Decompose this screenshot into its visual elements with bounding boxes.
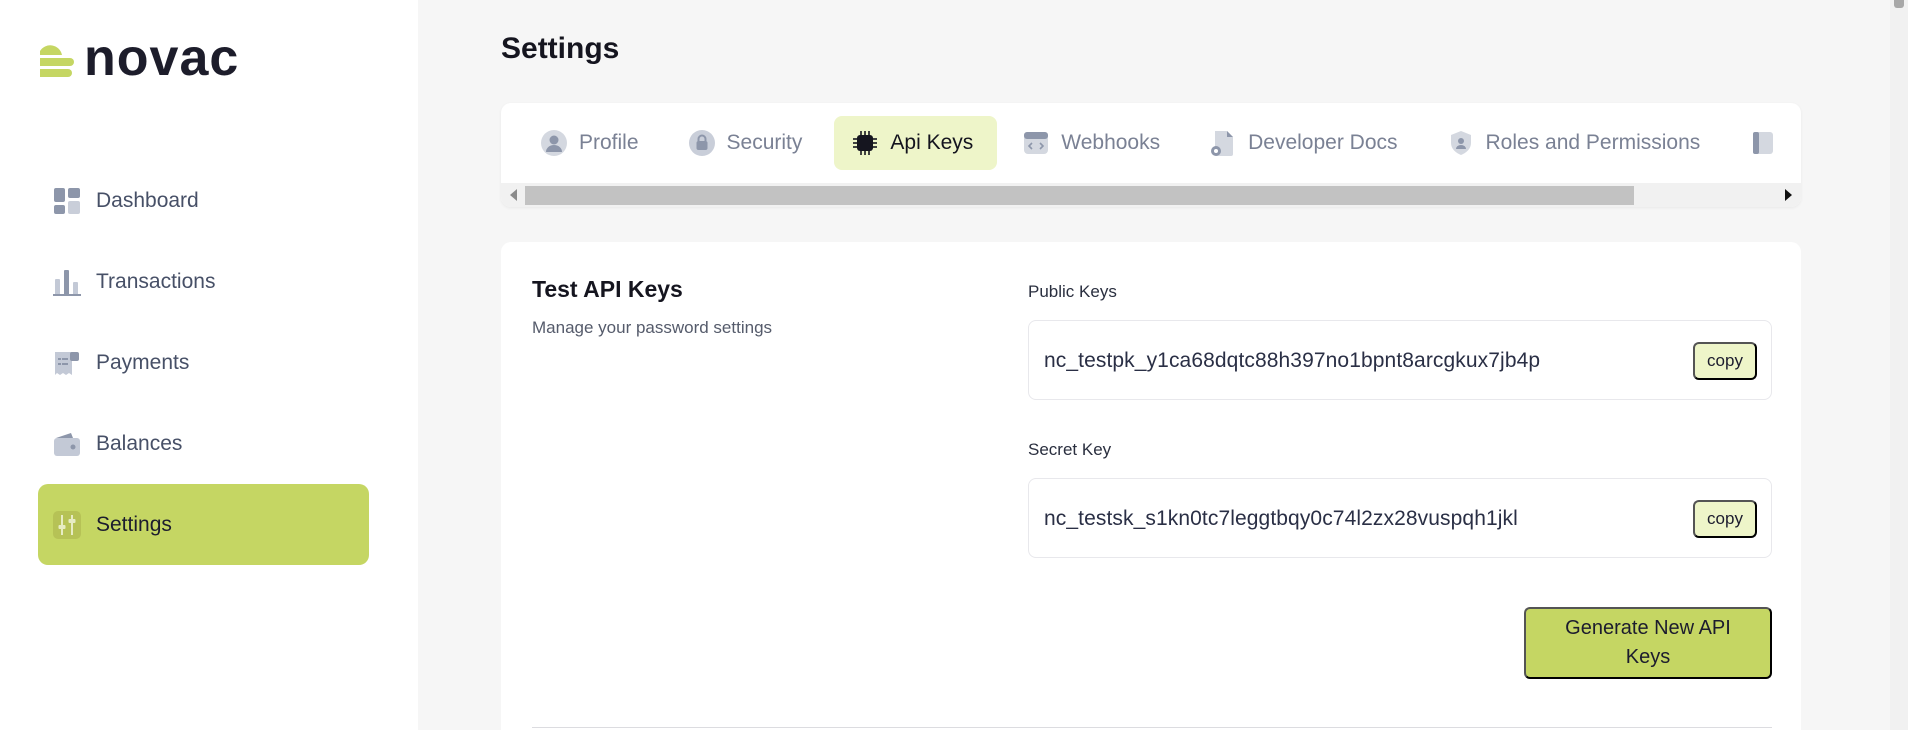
shield-user-icon bbox=[1446, 128, 1476, 158]
scroll-left-arrow-icon[interactable] bbox=[510, 189, 517, 201]
copy-secret-key-button[interactable]: copy bbox=[1693, 500, 1757, 538]
public-key-field[interactable]: nc_testpk_y1ca68dqtc88h397no1bpnt8arcgku… bbox=[1028, 320, 1772, 400]
user-icon bbox=[539, 128, 569, 158]
sidebar-nav: Dashboard Transactions Payments Balances… bbox=[38, 160, 369, 565]
sidebar-item-settings[interactable]: Settings bbox=[38, 484, 369, 565]
sidebar: novac Dashboard Transactions Payments Ba… bbox=[0, 0, 418, 730]
sidebar-item-label: Payments bbox=[96, 350, 190, 374]
section-subtitle: Manage your password settings bbox=[532, 318, 773, 337]
novac-logo-icon bbox=[40, 45, 74, 77]
sidebar-item-transactions[interactable]: Transactions bbox=[38, 241, 369, 322]
code-window-icon bbox=[1021, 128, 1051, 158]
tab-webhooks[interactable]: Webhooks bbox=[1005, 116, 1184, 170]
lock-icon bbox=[687, 128, 717, 158]
section-divider bbox=[532, 727, 1772, 728]
secret-key-value: nc_testsk_s1kn0tc7leggtbqy0c74l2zx28vusp… bbox=[1044, 507, 1518, 530]
sidebar-item-label: Balances bbox=[96, 431, 183, 455]
sidebar-item-label: Dashboard bbox=[96, 188, 199, 212]
document-icon bbox=[1748, 128, 1778, 158]
secret-key-label: Secret Key bbox=[1028, 440, 1112, 459]
scrollbar-thumb[interactable] bbox=[525, 186, 1634, 205]
tabs-row: Profile Security Api Keys Webhooks Devel… bbox=[501, 103, 1801, 183]
main-content: Settings Profile Security Api Keys Webho… bbox=[418, 0, 1890, 730]
bar-chart-icon bbox=[52, 267, 82, 297]
tab-label: Webhooks bbox=[1061, 131, 1161, 154]
dashboard-icon bbox=[52, 186, 82, 216]
public-keys-label: Public Keys bbox=[1028, 282, 1117, 301]
scroll-right-arrow-icon[interactable] bbox=[1785, 189, 1792, 201]
tab-label: Developer Docs bbox=[1248, 131, 1398, 154]
public-key-value: nc_testpk_y1ca68dqtc88h397no1bpnt8arcgku… bbox=[1044, 349, 1541, 372]
receipt-icon bbox=[52, 348, 82, 378]
scrollbar-thumb[interactable] bbox=[1894, 0, 1904, 8]
document-icon bbox=[1208, 128, 1238, 158]
section-title: Test API Keys bbox=[532, 276, 683, 302]
sliders-icon bbox=[52, 510, 82, 540]
brand-logo[interactable]: novac bbox=[36, 32, 239, 84]
api-keys-card: Test API Keys Manage your password setti… bbox=[501, 242, 1801, 730]
tab-overflow[interactable] bbox=[1732, 116, 1801, 170]
settings-tabs: Profile Security Api Keys Webhooks Devel… bbox=[501, 103, 1801, 207]
sidebar-item-label: Transactions bbox=[96, 269, 216, 293]
tab-label: Profile bbox=[579, 131, 639, 154]
page-vertical-scrollbar[interactable] bbox=[1890, 0, 1908, 730]
tab-roles-and-permissions[interactable]: Roles and Permissions bbox=[1430, 116, 1725, 170]
wallet-icon bbox=[52, 429, 82, 459]
sidebar-item-balances[interactable]: Balances bbox=[38, 403, 369, 484]
secret-key-field[interactable]: nc_testsk_s1kn0tc7leggtbqy0c74l2zx28vusp… bbox=[1028, 478, 1772, 558]
tab-security[interactable]: Security bbox=[671, 116, 827, 170]
generate-api-keys-button[interactable]: Generate New API Keys bbox=[1524, 607, 1772, 679]
page-title: Settings bbox=[501, 32, 620, 65]
tab-profile[interactable]: Profile bbox=[523, 116, 663, 170]
tabs-horizontal-scrollbar[interactable] bbox=[501, 183, 1801, 207]
tab-label: Api Keys bbox=[890, 131, 974, 154]
sidebar-item-label: Settings bbox=[96, 512, 172, 536]
brand-name: novac bbox=[84, 29, 240, 87]
copy-public-key-button[interactable]: copy bbox=[1693, 342, 1757, 380]
tab-developer-docs[interactable]: Developer Docs bbox=[1192, 116, 1421, 170]
tab-label: Roles and Permissions bbox=[1485, 131, 1701, 154]
sidebar-item-dashboard[interactable]: Dashboard bbox=[38, 160, 369, 241]
sidebar-item-payments[interactable]: Payments bbox=[38, 322, 369, 403]
tab-label: Security bbox=[726, 131, 803, 154]
tab-api-keys[interactable]: Api Keys bbox=[834, 116, 998, 170]
chip-icon bbox=[850, 128, 880, 158]
